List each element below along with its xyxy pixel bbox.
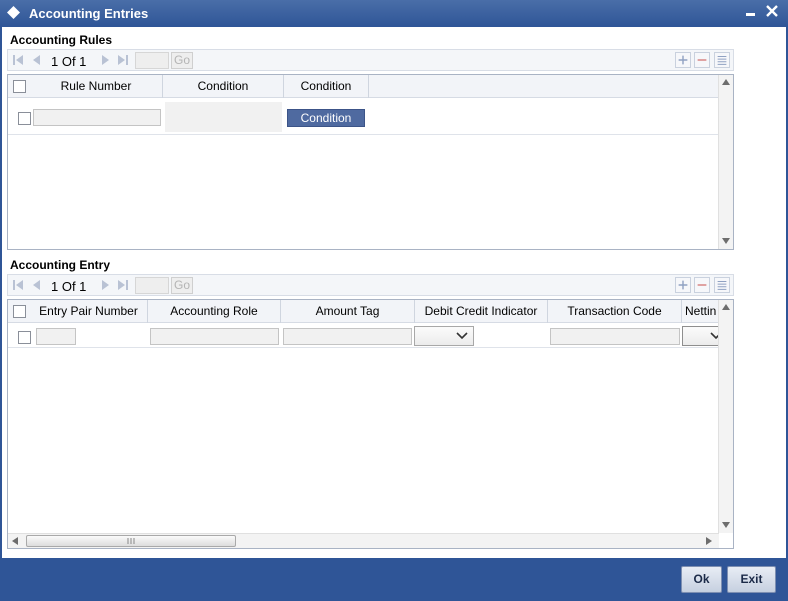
rules-pager-toolbar: 1 Of 1 Go <box>7 49 734 71</box>
column-header-rule-number[interactable]: Rule Number <box>30 75 163 98</box>
entry-page-indicator: 1 Of 1 <box>51 279 87 294</box>
first-page-icon[interactable] <box>12 53 24 67</box>
rules-grid-header: Rule Number Condition Condition <box>8 75 719 98</box>
entry-pager-toolbar: 1 Of 1 Go <box>7 274 734 296</box>
column-header-entry-pair-number[interactable]: Entry Pair Number <box>30 300 148 323</box>
amount-tag-input[interactable] <box>283 328 412 345</box>
row-divider <box>8 347 719 348</box>
accounting-rules-grid: Rule Number Condition Condition Conditio… <box>7 74 734 250</box>
column-header-condition-button[interactable]: Condition <box>284 75 369 98</box>
column-header-accounting-role[interactable]: Accounting Role <box>148 300 281 323</box>
rule-number-input[interactable] <box>33 109 161 126</box>
scroll-right-icon[interactable] <box>706 537 712 545</box>
last-page-icon[interactable] <box>117 278 129 292</box>
row-divider <box>8 134 719 135</box>
rules-page-number-input[interactable] <box>135 52 169 69</box>
entry-grid-header: Entry Pair Number Accounting Role Amount… <box>8 300 719 323</box>
entry-select-all-checkbox[interactable] <box>13 305 26 318</box>
column-header-netting[interactable]: Nettin <box>682 300 719 323</box>
column-header-transaction-code[interactable]: Transaction Code <box>548 300 682 323</box>
add-row-icon[interactable] <box>675 52 691 68</box>
close-icon[interactable] <box>765 3 779 19</box>
grip-icon <box>127 538 135 544</box>
column-header-amount-tag[interactable]: Amount Tag <box>281 300 415 323</box>
column-header-condition[interactable]: Condition <box>163 75 284 98</box>
accounting-entry-grid: Entry Pair Number Accounting Role Amount… <box>7 299 734 549</box>
add-row-icon[interactable] <box>675 277 691 293</box>
single-view-icon[interactable] <box>714 52 730 68</box>
condition-textarea[interactable] <box>165 102 282 132</box>
ok-button[interactable]: Ok <box>681 566 722 593</box>
entry-vertical-scrollbar[interactable] <box>718 300 733 533</box>
accounting-entry-title: Accounting Entry <box>10 258 111 272</box>
horizontal-scroll-thumb[interactable] <box>26 535 236 547</box>
condition-button[interactable]: Condition <box>287 109 365 127</box>
delete-row-icon[interactable] <box>694 52 710 68</box>
scroll-down-icon[interactable] <box>722 238 730 244</box>
chevron-down-icon <box>456 332 468 340</box>
rules-page-indicator: 1 Of 1 <box>51 54 87 69</box>
scroll-up-icon[interactable] <box>722 79 730 85</box>
entry-pair-number-input[interactable] <box>36 328 76 345</box>
minimize-icon[interactable] <box>745 5 757 19</box>
entry-page-number-input[interactable] <box>135 277 169 294</box>
last-page-icon[interactable] <box>117 53 129 67</box>
single-view-icon[interactable] <box>714 277 730 293</box>
rules-go-button[interactable]: Go <box>171 52 193 69</box>
netting-select[interactable] <box>682 326 722 346</box>
window-title: Accounting Entries <box>29 6 149 21</box>
diamond-icon <box>7 6 20 19</box>
window-title-bar: Accounting Entries <box>0 0 788 27</box>
next-page-icon[interactable] <box>99 278 111 292</box>
row-select-checkbox[interactable] <box>18 331 31 344</box>
exit-button[interactable]: Exit <box>727 566 776 593</box>
entry-horizontal-scrollbar[interactable] <box>8 533 719 548</box>
next-page-icon[interactable] <box>99 53 111 67</box>
rules-select-all-checkbox[interactable] <box>13 80 26 93</box>
first-page-icon[interactable] <box>12 278 24 292</box>
accounting-role-input[interactable] <box>150 328 279 345</box>
entry-go-button[interactable]: Go <box>171 277 193 294</box>
previous-page-icon[interactable] <box>31 278 43 292</box>
scroll-down-icon[interactable] <box>722 522 730 528</box>
scroll-left-icon[interactable] <box>12 537 18 545</box>
rules-vertical-scrollbar[interactable] <box>718 75 733 249</box>
accounting-rules-title: Accounting Rules <box>10 33 113 47</box>
debit-credit-indicator-select[interactable] <box>414 326 474 346</box>
transaction-code-input[interactable] <box>550 328 680 345</box>
row-select-checkbox[interactable] <box>18 112 31 125</box>
previous-page-icon[interactable] <box>31 53 43 67</box>
column-header-debit-credit-indicator[interactable]: Debit Credit Indicator <box>415 300 548 323</box>
dialog-footer: Ok Exit <box>0 558 788 601</box>
delete-row-icon[interactable] <box>694 277 710 293</box>
scroll-up-icon[interactable] <box>722 304 730 310</box>
